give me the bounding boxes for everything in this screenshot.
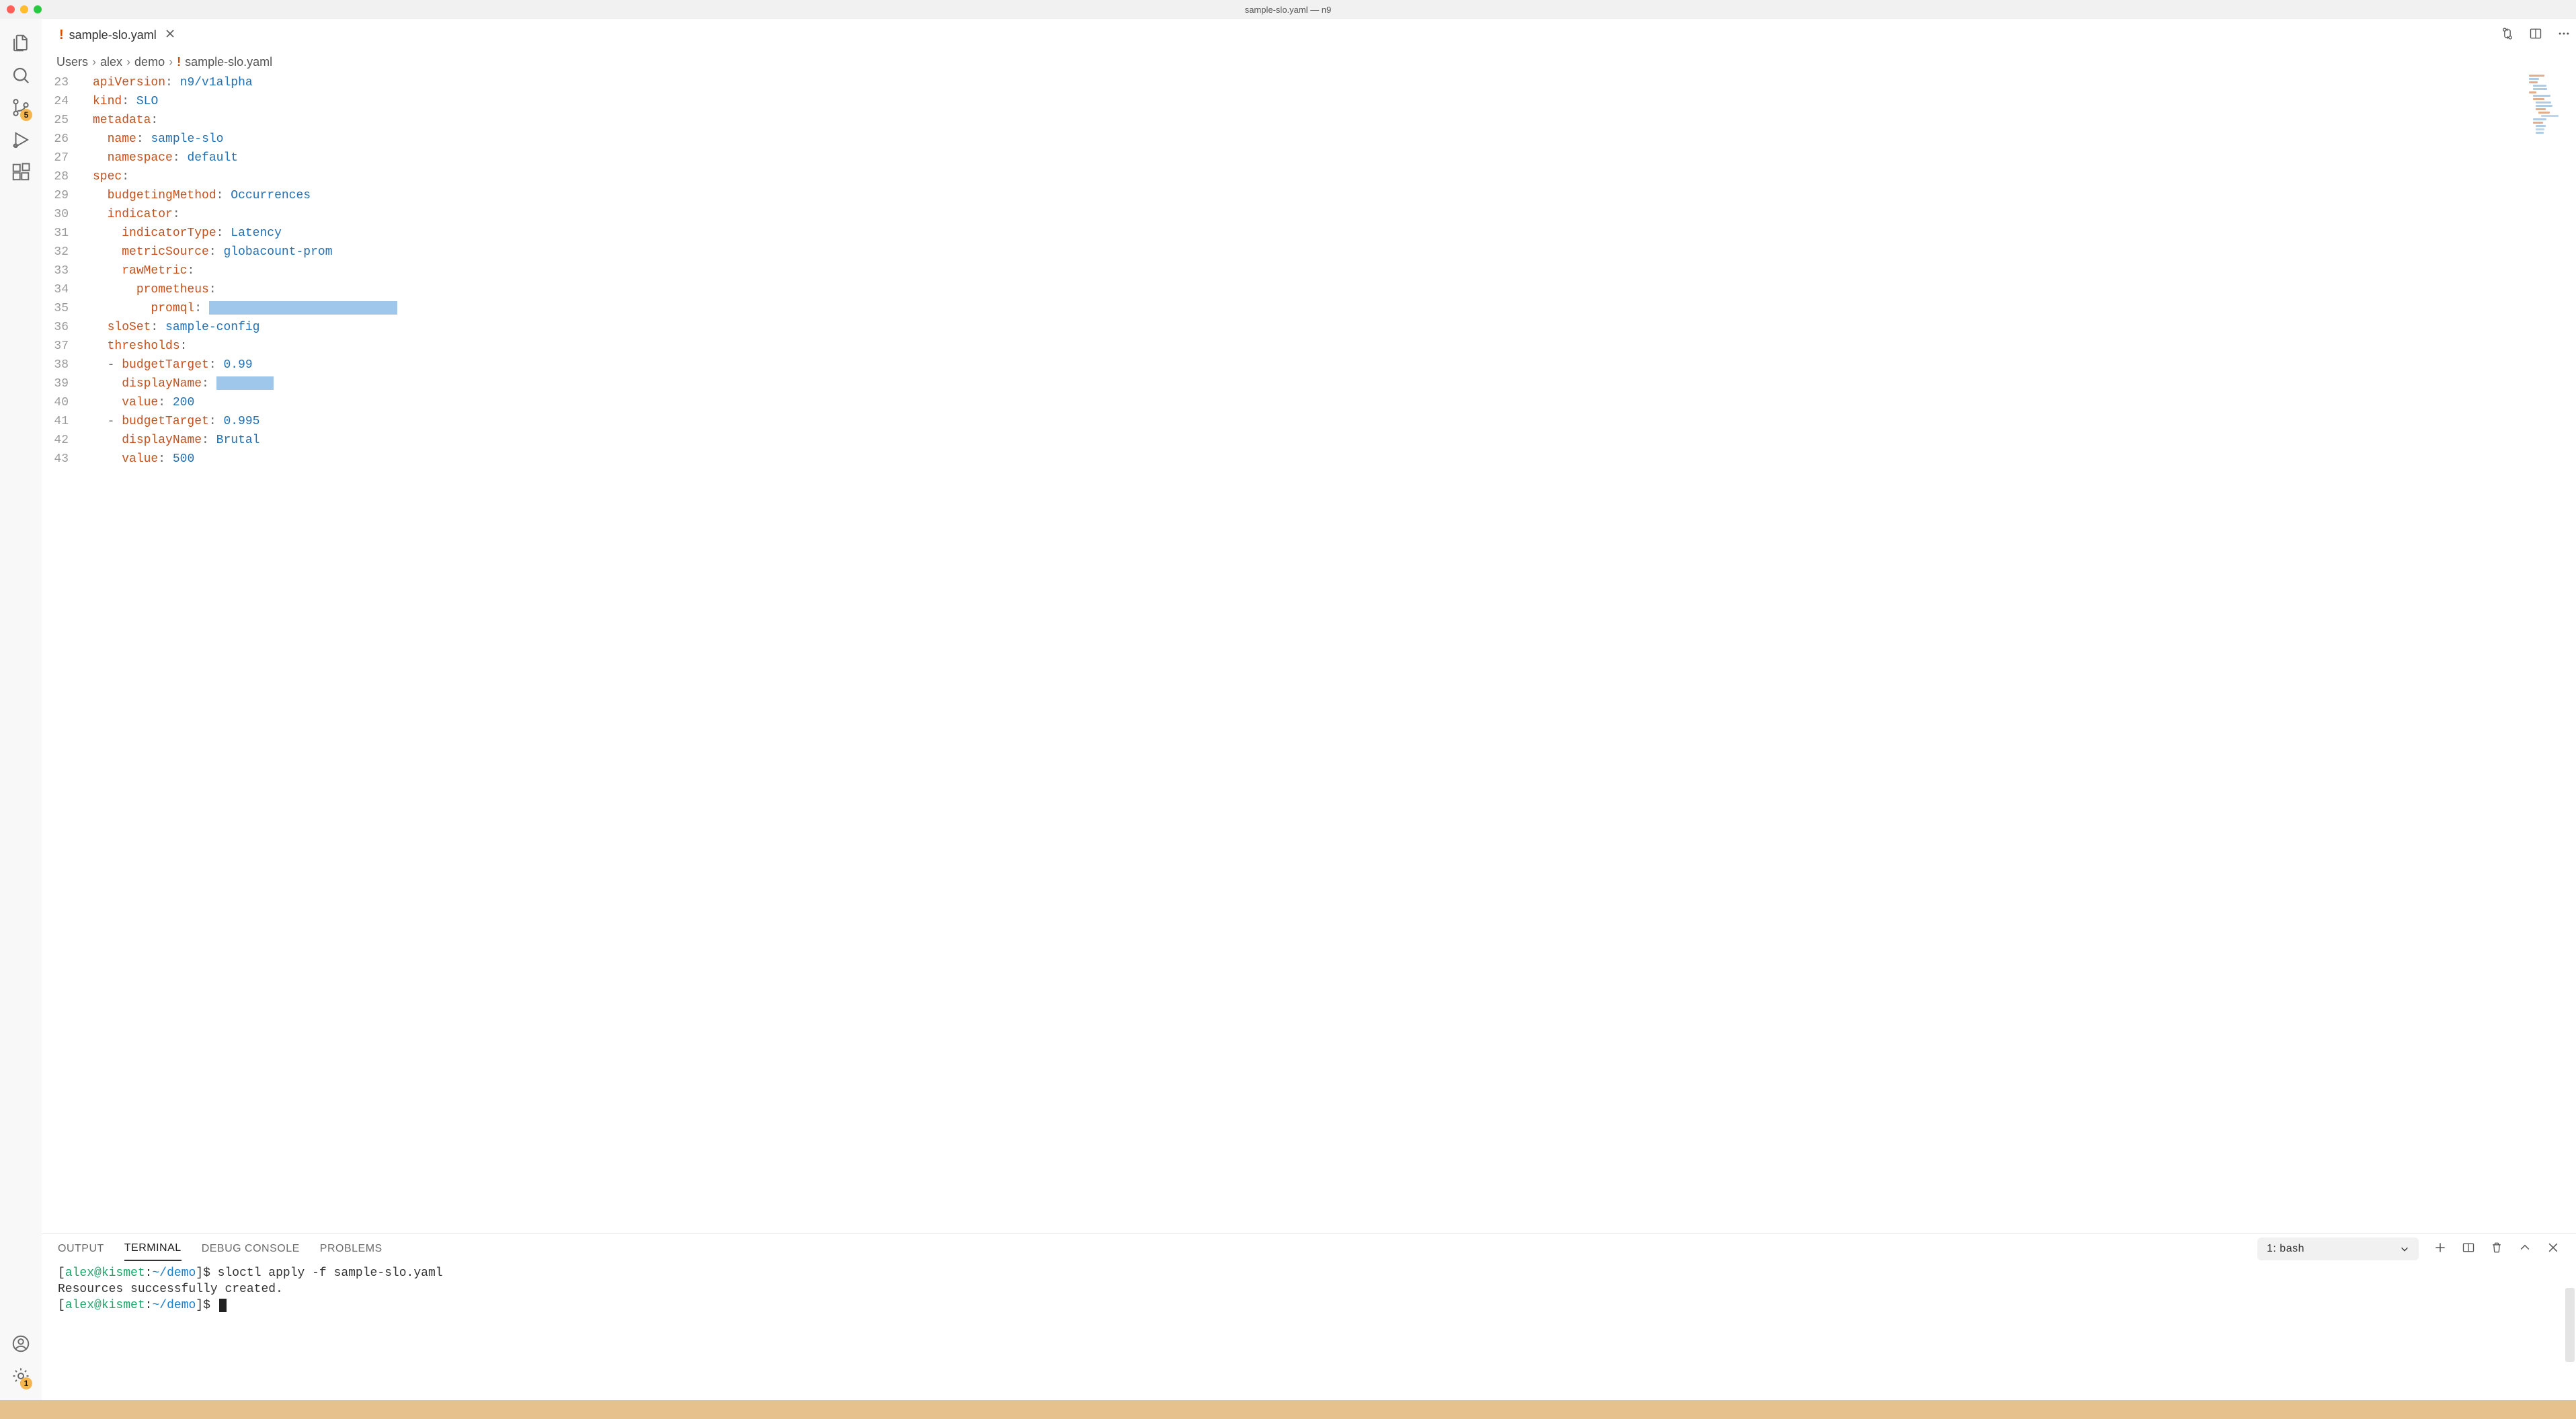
terminal-selector[interactable]: 1: bash bbox=[2257, 1238, 2419, 1260]
yaml-file-icon: ! bbox=[177, 55, 181, 69]
activity-bar: 5 1 bbox=[0, 19, 42, 1400]
compare-icon bbox=[2501, 27, 2514, 40]
breadcrumb-item[interactable]: sample-slo.yaml bbox=[185, 55, 272, 69]
close-icon bbox=[2546, 1241, 2560, 1254]
tab-filename: sample-slo.yaml bbox=[69, 28, 157, 42]
panel-tabs: OUTPUT TERMINAL DEBUG CONSOLE PROBLEMS 1… bbox=[42, 1234, 2576, 1264]
breadcrumb[interactable]: Users › alex › demo › ! sample-slo.yaml bbox=[42, 51, 2576, 72]
yaml-file-icon: ! bbox=[59, 28, 64, 43]
window-controls bbox=[7, 5, 42, 13]
account-icon bbox=[11, 1334, 31, 1354]
split-editor-button[interactable] bbox=[2529, 27, 2542, 44]
close-window-button[interactable] bbox=[7, 5, 15, 13]
kill-terminal-button[interactable] bbox=[2490, 1241, 2503, 1258]
editor-tabs: ! sample-slo.yaml bbox=[42, 19, 2576, 51]
close-icon bbox=[165, 28, 175, 39]
editor-tab-active[interactable]: ! sample-slo.yaml bbox=[52, 19, 182, 51]
panel-actions: 1: bash bbox=[2257, 1238, 2560, 1260]
activity-search[interactable] bbox=[7, 59, 35, 91]
activity-extensions[interactable] bbox=[7, 156, 35, 188]
terminal-body[interactable]: [alex@kismet:~/demo]$ sloctl apply -f sa… bbox=[42, 1264, 2576, 1400]
editor-group: ! sample-slo.yaml Users › bbox=[42, 19, 2576, 1400]
activity-accounts[interactable] bbox=[7, 1328, 35, 1360]
panel-tab-terminal[interactable]: TERMINAL bbox=[124, 1237, 182, 1261]
main-area: 5 1 ! sample-slo.yaml bbox=[0, 19, 2576, 1400]
trash-icon bbox=[2490, 1241, 2503, 1254]
status-bar[interactable] bbox=[0, 1400, 2576, 1419]
panel-tab-output[interactable]: OUTPUT bbox=[58, 1238, 104, 1260]
editor-actions bbox=[2501, 27, 2571, 44]
panel-tab-problems[interactable]: PROBLEMS bbox=[320, 1238, 383, 1260]
title-bar: sample-slo.yaml — n9 bbox=[0, 0, 2576, 19]
chevron-down-icon bbox=[2400, 1244, 2409, 1254]
split-terminal-button[interactable] bbox=[2462, 1241, 2475, 1258]
close-tab-button[interactable] bbox=[165, 28, 175, 42]
terminal-selector-label: 1: bash bbox=[2267, 1243, 2304, 1255]
breadcrumb-item[interactable]: alex bbox=[100, 55, 122, 69]
split-icon bbox=[2529, 27, 2542, 40]
run-debug-icon bbox=[11, 130, 31, 150]
more-icon bbox=[2557, 27, 2571, 40]
chevron-right-icon: › bbox=[92, 55, 96, 69]
extensions-icon bbox=[11, 162, 31, 182]
line-numbers: 2324252627282930313233343536373839404142… bbox=[42, 72, 79, 1233]
breadcrumb-item[interactable]: Users bbox=[56, 55, 88, 69]
close-panel-button[interactable] bbox=[2546, 1241, 2560, 1258]
activity-source-control[interactable]: 5 bbox=[7, 91, 35, 124]
editor-body[interactable]: 2324252627282930313233343536373839404142… bbox=[42, 72, 2576, 1233]
settings-badge: 1 bbox=[20, 1377, 32, 1389]
more-actions-button[interactable] bbox=[2557, 27, 2571, 44]
chevron-right-icon: › bbox=[126, 55, 130, 69]
compare-changes-button[interactable] bbox=[2501, 27, 2514, 44]
search-icon bbox=[11, 65, 31, 85]
plus-icon bbox=[2433, 1241, 2447, 1254]
minimap[interactable] bbox=[2529, 75, 2563, 135]
maximize-window-button[interactable] bbox=[34, 5, 42, 13]
panel-tab-debug-console[interactable]: DEBUG CONSOLE bbox=[202, 1238, 300, 1260]
breadcrumb-item[interactable]: demo bbox=[134, 55, 165, 69]
activity-settings[interactable]: 1 bbox=[7, 1360, 35, 1392]
new-terminal-button[interactable] bbox=[2433, 1241, 2447, 1258]
maximize-panel-button[interactable] bbox=[2518, 1241, 2532, 1258]
window-title: sample-slo.yaml — n9 bbox=[1245, 5, 1332, 15]
code-content[interactable]: apiVersion: n9/v1alphakind: SLOmetadata:… bbox=[79, 72, 2576, 1233]
activity-explorer[interactable] bbox=[7, 27, 35, 59]
files-icon bbox=[11, 33, 31, 53]
bottom-panel: OUTPUT TERMINAL DEBUG CONSOLE PROBLEMS 1… bbox=[42, 1233, 2576, 1400]
source-control-badge: 5 bbox=[20, 109, 32, 121]
chevron-up-icon bbox=[2518, 1241, 2532, 1254]
chevron-right-icon: › bbox=[169, 55, 173, 69]
split-icon bbox=[2462, 1241, 2475, 1254]
activity-run-debug[interactable] bbox=[7, 124, 35, 156]
minimize-window-button[interactable] bbox=[20, 5, 28, 13]
terminal-scrollbar[interactable] bbox=[2565, 1288, 2575, 1362]
